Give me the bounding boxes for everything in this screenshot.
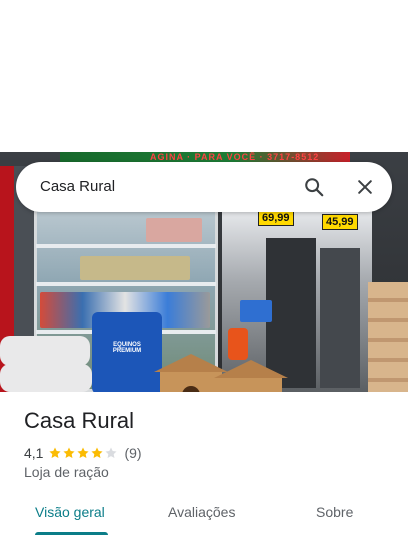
dog-house — [214, 360, 288, 392]
search-bar[interactable]: Casa Rural — [16, 162, 392, 212]
active-tab-indicator — [35, 532, 108, 535]
review-count[interactable]: (9) — [124, 445, 141, 461]
window-shelf — [36, 282, 216, 286]
product-packs — [80, 256, 190, 280]
rating-value: 4,1 — [24, 445, 44, 461]
search-icon[interactable] — [303, 176, 325, 198]
dog-house — [154, 354, 228, 392]
price-tag: 45,99 — [322, 214, 358, 230]
price-tag: 69,99 — [258, 210, 294, 226]
star-filled-icon — [63, 447, 76, 459]
white-sack — [0, 336, 90, 366]
product-jars — [146, 218, 202, 242]
rating-stars — [48, 446, 118, 460]
place-title: Casa Rural — [24, 408, 135, 433]
tab-bar: Visão geral Avaliações Sobre — [0, 500, 408, 544]
tab-reviews[interactable]: Avaliações — [168, 504, 235, 520]
product-red-can — [228, 328, 248, 360]
feed-bag-label: EQUINOS PREMIUM — [112, 342, 142, 354]
white-sack — [0, 364, 92, 392]
product-bucket — [240, 300, 272, 322]
close-icon[interactable] — [355, 177, 375, 197]
window-shelf — [36, 244, 216, 248]
tab-about[interactable]: Sobre — [316, 504, 353, 520]
feed-bag: EQUINOS PREMIUM — [92, 312, 162, 392]
star-filled-icon — [77, 447, 90, 459]
tab-overview[interactable]: Visão geral — [35, 504, 105, 520]
star-empty-icon — [105, 447, 118, 459]
place-category[interactable]: Loja de ração — [24, 464, 109, 480]
search-query[interactable]: Casa Rural — [40, 178, 115, 195]
star-filled-icon — [49, 447, 62, 459]
store-rack — [320, 248, 360, 388]
star-filled-icon — [91, 447, 104, 459]
dog-house-door — [182, 386, 200, 392]
store-sign-text: AGINA · PARA VOCÊ · 3717-8512 — [150, 152, 320, 162]
rating-row[interactable]: 4,1 (9) — [24, 444, 142, 462]
feed-sacks — [368, 282, 408, 392]
